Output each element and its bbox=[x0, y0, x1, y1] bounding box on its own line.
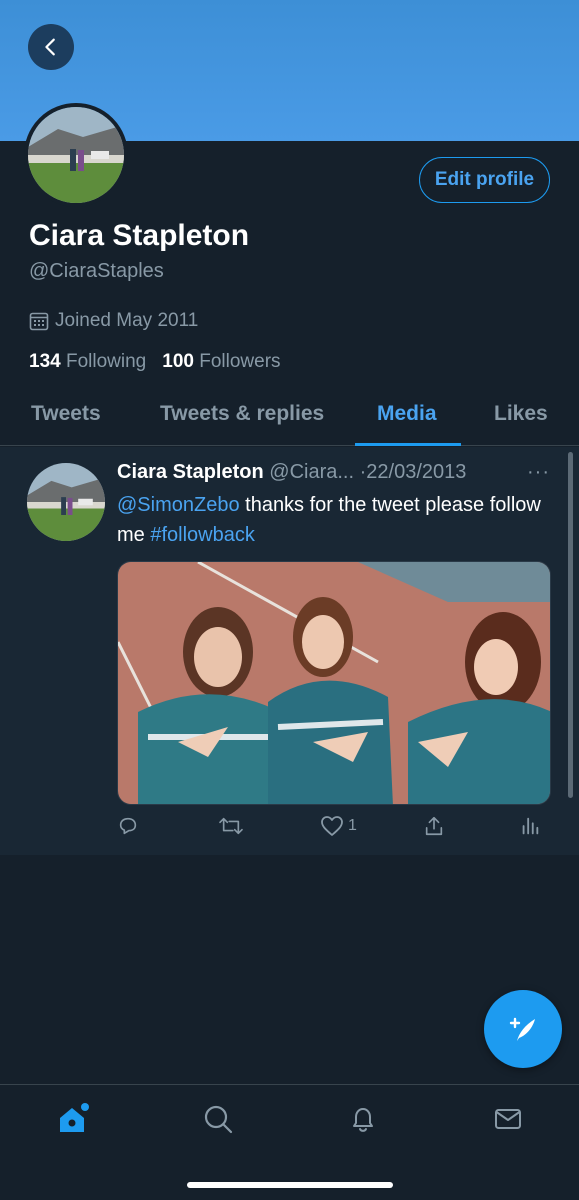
tweet-photo[interactable] bbox=[117, 561, 551, 805]
home-indicator[interactable] bbox=[187, 1182, 393, 1188]
like-count: 1 bbox=[348, 817, 357, 834]
following-count: 134 bbox=[29, 351, 61, 372]
tweet-hashtag[interactable]: #followback bbox=[150, 524, 255, 546]
nav-notifications[interactable] bbox=[345, 1101, 381, 1137]
tweet-mention[interactable]: @SimonZebo bbox=[117, 494, 240, 516]
like-button[interactable]: 1 bbox=[320, 815, 357, 837]
tab-likes[interactable]: Likes bbox=[494, 402, 548, 426]
tweet-date[interactable]: 22/03/2013 bbox=[366, 461, 466, 483]
following-link[interactable]: 134 Following bbox=[29, 351, 146, 373]
share-button[interactable] bbox=[423, 815, 445, 837]
bell-icon bbox=[353, 1108, 373, 1132]
reply-icon bbox=[119, 817, 137, 835]
scrollbar[interactable] bbox=[568, 452, 573, 798]
tweet-author-handle: @Ciara... bbox=[269, 461, 355, 483]
analytics-button[interactable] bbox=[519, 815, 541, 837]
followers-count: 100 bbox=[162, 351, 194, 372]
profile-name: Ciara Stapleton bbox=[29, 219, 250, 252]
retweet-button[interactable] bbox=[218, 815, 244, 837]
share-icon bbox=[425, 816, 443, 836]
profile-tabs: Tweets Tweets & replies Media Likes bbox=[0, 392, 579, 446]
nav-search[interactable] bbox=[200, 1101, 236, 1137]
compose-tweet-button[interactable] bbox=[484, 990, 562, 1068]
tweet-header: Ciara Stapleton @Ciara... ·22/03/2013 bbox=[117, 461, 557, 484]
following-label: Following bbox=[65, 351, 147, 372]
active-tab-indicator bbox=[355, 443, 461, 446]
edit-profile-button[interactable]: Edit profile bbox=[419, 157, 550, 203]
tweet-actions: 1 bbox=[117, 815, 557, 845]
nav-messages[interactable] bbox=[490, 1101, 526, 1137]
tweet-card[interactable]: Ciara Stapleton @Ciara... ·22/03/2013 ··… bbox=[0, 447, 579, 855]
analytics-icon bbox=[522, 817, 539, 835]
joined-date: Joined May 2011 bbox=[29, 310, 198, 332]
tab-tweets[interactable]: Tweets bbox=[31, 402, 101, 426]
follow-stats: 134 Following 100 Followers bbox=[29, 351, 281, 373]
tweet-avatar[interactable] bbox=[27, 463, 105, 541]
tweet-author-name[interactable]: Ciara Stapleton bbox=[117, 461, 264, 483]
tab-media[interactable]: Media bbox=[377, 402, 437, 426]
followers-link[interactable]: 100 Followers bbox=[162, 351, 280, 373]
compose-tweet-icon bbox=[509, 1017, 535, 1041]
retweet-icon bbox=[219, 817, 243, 835]
home-icon bbox=[60, 1103, 89, 1132]
arrow-left-icon bbox=[45, 38, 55, 56]
profile-handle: @CiaraStaples bbox=[29, 260, 164, 282]
joined-text: Joined May 2011 bbox=[55, 310, 199, 331]
more-options-icon[interactable]: ··· bbox=[527, 461, 550, 484]
tab-tweets-replies[interactable]: Tweets & replies bbox=[160, 402, 324, 426]
reply-button[interactable] bbox=[117, 815, 139, 837]
followers-label: Followers bbox=[199, 351, 281, 372]
calendar-icon bbox=[29, 312, 49, 331]
mail-icon bbox=[495, 1109, 521, 1129]
tweet-text: @SimonZebo thanks for the tweet please f… bbox=[117, 490, 557, 550]
search-icon bbox=[204, 1105, 233, 1134]
heart-icon bbox=[321, 816, 343, 836]
back-button[interactable] bbox=[28, 24, 74, 70]
profile-avatar[interactable] bbox=[24, 103, 128, 207]
nav-home[interactable] bbox=[55, 1101, 91, 1137]
